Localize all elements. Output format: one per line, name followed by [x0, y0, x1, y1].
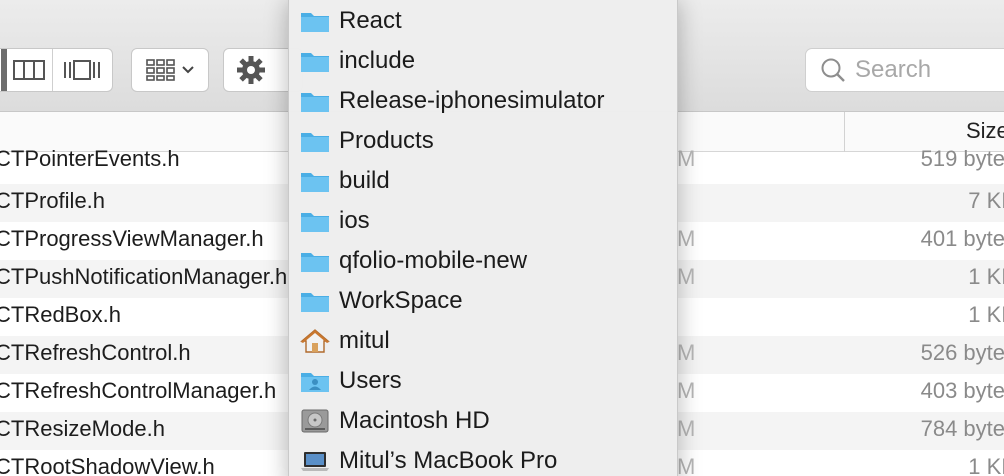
view-mode-segmented-control	[0, 48, 113, 92]
search-placeholder: Search	[855, 56, 932, 83]
menu-item-include[interactable]: include	[289, 41, 677, 81]
file-size: 1 KB	[968, 264, 1004, 289]
chevron-down-icon	[182, 66, 194, 74]
users-folder-icon	[301, 373, 329, 392]
home-icon	[300, 329, 330, 353]
file-size: 519 bytes	[920, 146, 1004, 171]
menu-item-label: Products	[339, 127, 434, 154]
path-popup-menu: React include Release-iphonesimulator Pr…	[288, 0, 678, 476]
date-modified-fragment: M	[677, 264, 696, 289]
menu-item-release-iphonesimulator[interactable]: Release-iphonesimulator	[289, 81, 677, 121]
menu-item-users[interactable]: Users	[289, 361, 677, 401]
file-size: 784 bytes	[920, 416, 1004, 441]
column-view-button[interactable]	[0, 49, 53, 91]
menu-item-qfolio-mobile-new[interactable]: qfolio-mobile-new	[289, 241, 677, 281]
hard-drive-icon	[301, 409, 329, 433]
menu-item-react[interactable]: React	[289, 1, 677, 41]
search-icon	[821, 58, 845, 82]
file-size: 401 bytes	[920, 226, 1004, 251]
date-modified-fragment: M	[677, 454, 696, 476]
date-modified-fragment: M	[677, 340, 696, 365]
size-column-header[interactable]: Size	[966, 118, 1004, 144]
menu-item-label: build	[339, 167, 390, 194]
file-name: CTRefreshControlManager.h	[0, 378, 277, 403]
folder-icon	[301, 53, 329, 72]
menu-item-label: Mitul’s MacBook Pro	[339, 447, 558, 474]
file-name: CTRedBox.h	[0, 302, 121, 327]
folder-icon	[301, 13, 329, 32]
folder-icon	[301, 173, 329, 192]
menu-item-macintosh-hd[interactable]: Macintosh HD	[289, 401, 677, 441]
file-name: CTProfile.h	[0, 188, 106, 213]
menu-item-label: qfolio-mobile-new	[339, 247, 528, 274]
file-name: CTRootShadowView.h	[0, 454, 215, 476]
column-view-icon	[13, 60, 46, 80]
menu-item-label: Users	[339, 367, 402, 394]
gear-icon	[237, 56, 265, 84]
file-size: 1 KB	[968, 302, 1004, 327]
grid-icon	[146, 59, 175, 81]
date-modified-fragment: M	[677, 146, 696, 171]
menu-item-label: Release-iphonesimulator	[339, 87, 605, 114]
menu-item-label: mitul	[339, 327, 390, 354]
menu-item-label: include	[339, 47, 416, 74]
folder-icon	[301, 253, 329, 272]
folder-icon	[301, 293, 329, 312]
menu-item-label: React	[339, 7, 402, 34]
file-name: CTRefreshControl.h	[0, 340, 191, 365]
folder-icon	[301, 133, 329, 152]
file-name: CTResizeMode.h	[0, 416, 165, 441]
date-modified-fragment: M	[677, 416, 696, 441]
file-name: CTPushNotificationManager.h	[0, 264, 288, 289]
menu-item-label: ios	[339, 207, 370, 234]
file-size: 526 bytes	[920, 340, 1004, 365]
cover-flow-view-button[interactable]	[53, 49, 112, 91]
laptop-icon	[301, 452, 329, 471]
menu-item-mitul[interactable]: mitul	[289, 321, 677, 361]
menu-item-label: Macintosh HD	[339, 407, 490, 434]
menu-item-macbook-pro[interactable]: Mitul’s MacBook Pro	[289, 441, 677, 476]
search-field[interactable]: Search	[805, 48, 1004, 92]
file-name: CTProgressViewManager.h	[0, 226, 264, 251]
menu-item-workspace[interactable]: WorkSpace	[289, 281, 677, 321]
file-size: 403 bytes	[920, 378, 1004, 403]
menu-item-products[interactable]: Products	[289, 121, 677, 161]
file-size: 1 KB	[968, 454, 1004, 476]
date-modified-fragment: M	[677, 226, 696, 251]
cover-flow-icon	[64, 60, 101, 80]
arrange-button[interactable]	[131, 48, 209, 92]
folder-icon	[301, 93, 329, 112]
menu-item-label: WorkSpace	[339, 287, 463, 314]
date-modified-fragment: M	[677, 378, 696, 403]
file-size: 7 KB	[968, 188, 1004, 213]
file-name: CTPointerEvents.h	[0, 146, 180, 171]
menu-item-ios[interactable]: ios	[289, 201, 677, 241]
menu-item-build[interactable]: build	[289, 161, 677, 201]
folder-icon	[301, 213, 329, 232]
